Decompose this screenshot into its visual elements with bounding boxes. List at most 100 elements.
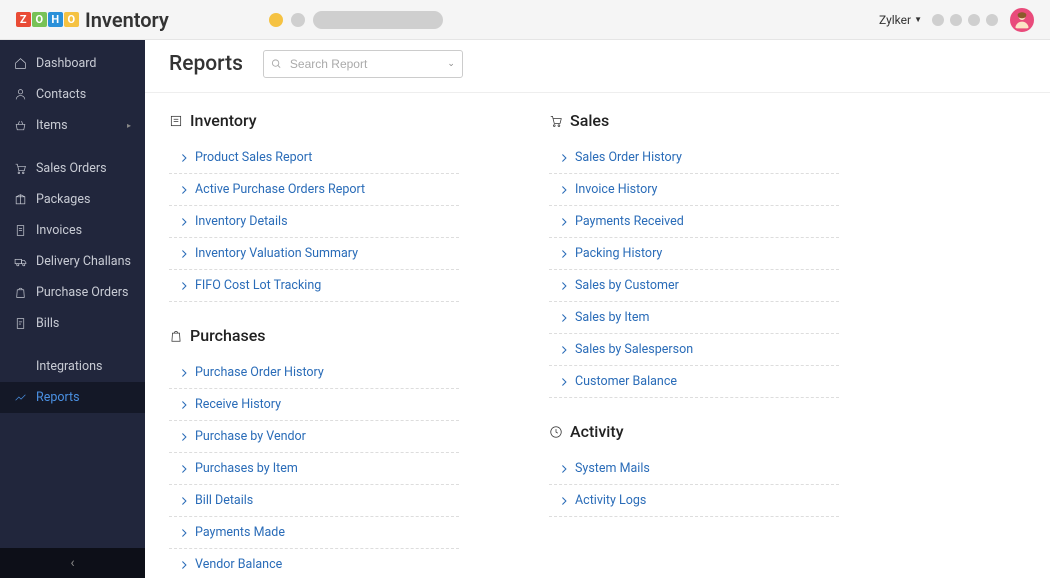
- report-column: Inventory Product Sales Report Active Purc…: [169, 111, 459, 578]
- user-icon: [14, 88, 27, 101]
- page-title: Reports: [169, 52, 243, 76]
- sidebar-item-contacts[interactable]: Contacts: [0, 79, 145, 110]
- report-item: Activity Logs: [549, 485, 839, 517]
- search-wrap: ⌄: [263, 50, 463, 78]
- report-link[interactable]: Vendor Balance: [195, 557, 282, 572]
- sidebar-item-label: Invoices: [36, 223, 82, 238]
- org-switcher[interactable]: Zylker ▼: [879, 13, 922, 27]
- chevron-right-icon: [561, 281, 568, 291]
- sidebar-item-reports[interactable]: Reports: [0, 382, 145, 413]
- report-item: Packing History: [549, 238, 839, 270]
- sidebar-item-items[interactable]: Items▸: [0, 110, 145, 141]
- chevron-left-icon: ‹: [70, 555, 74, 571]
- chevron-right-icon: [181, 432, 188, 442]
- report-item: Sales by Salesperson: [549, 334, 839, 366]
- report-link[interactable]: FIFO Cost Lot Tracking: [195, 278, 321, 293]
- chevron-right-icon: [181, 464, 188, 474]
- search-input[interactable]: [263, 50, 463, 78]
- report-link[interactable]: Sales by Salesperson: [575, 342, 693, 357]
- report-item: Sales by Item: [549, 302, 839, 334]
- sidebar-item-sales-orders[interactable]: Sales Orders: [0, 153, 145, 184]
- report-item: Product Sales Report: [169, 142, 459, 174]
- sidebar-item-label: Contacts: [36, 87, 86, 102]
- report-item: Active Purchase Orders Report: [169, 174, 459, 206]
- report-link[interactable]: Purchase Order History: [195, 365, 324, 380]
- sidebar-item-label: Sales Orders: [36, 161, 107, 176]
- chevron-right-icon: [181, 368, 188, 378]
- chevron-right-icon: [561, 153, 568, 163]
- report-link[interactable]: Customer Balance: [575, 374, 677, 389]
- sidebar-item-packages[interactable]: Packages: [0, 184, 145, 215]
- placeholder-dot-icon: [950, 14, 962, 26]
- sidebar-item-label: Reports: [36, 390, 80, 405]
- section-title: Sales: [570, 111, 609, 130]
- topbar: Z O H O Inventory Zylker ▼: [0, 0, 1050, 40]
- report-link[interactable]: Sales by Customer: [575, 278, 679, 293]
- report-item: Purchases by Item: [169, 453, 459, 485]
- sidebar-item-label: Integrations: [36, 359, 102, 374]
- chevron-down-icon[interactable]: ⌄: [447, 59, 455, 69]
- home-icon: [14, 57, 27, 70]
- report-item: Payments Made: [169, 517, 459, 549]
- report-item: Vendor Balance: [169, 549, 459, 578]
- report-link[interactable]: Invoice History: [575, 182, 657, 197]
- report-link[interactable]: Inventory Details: [195, 214, 288, 229]
- report-list: System Mails Activity Logs: [549, 453, 839, 517]
- report-link[interactable]: Purchases by Item: [195, 461, 298, 476]
- bag2-icon: [169, 329, 183, 343]
- main-content: Reports ⌄ Inventory Product Sales Report A…: [145, 40, 1050, 578]
- report-link[interactable]: Sales by Item: [575, 310, 650, 325]
- report-item: Purchase by Vendor: [169, 421, 459, 453]
- placeholder-dot-icon: [291, 13, 305, 27]
- section-header: Purchases: [169, 326, 459, 345]
- clock-icon: [549, 425, 563, 439]
- section-title: Inventory: [190, 111, 257, 130]
- placeholder-dot-icon: [986, 14, 998, 26]
- report-link[interactable]: Payments Received: [575, 214, 684, 229]
- report-link[interactable]: Bill Details: [195, 493, 253, 508]
- logo[interactable]: Z O H O Inventory: [16, 8, 169, 32]
- section-header: Activity: [549, 422, 839, 441]
- chevron-right-icon: [181, 153, 188, 163]
- report-link[interactable]: System Mails: [575, 461, 650, 476]
- chart-icon: [14, 391, 27, 404]
- report-link[interactable]: Purchase by Vendor: [195, 429, 306, 444]
- report-link[interactable]: Sales Order History: [575, 150, 682, 165]
- section-activity: Activity System Mails Activity Logs: [549, 422, 839, 517]
- chevron-right-icon: [181, 400, 188, 410]
- blank-icon: [14, 360, 27, 373]
- report-link[interactable]: Payments Made: [195, 525, 285, 540]
- chevron-right-icon: [561, 313, 568, 323]
- sidebar-item-dashboard[interactable]: Dashboard: [0, 48, 145, 79]
- chevron-right-icon: [561, 377, 568, 387]
- report-item: Inventory Valuation Summary: [169, 238, 459, 270]
- sidebar-item-invoices[interactable]: Invoices: [0, 215, 145, 246]
- box-list-icon: [169, 114, 183, 128]
- report-link[interactable]: Packing History: [575, 246, 662, 261]
- sidebar-item-purchase-orders[interactable]: Purchase Orders: [0, 277, 145, 308]
- sidebar-item-label: Delivery Challans: [36, 254, 131, 269]
- chevron-right-icon: [181, 496, 188, 506]
- report-list: Product Sales Report Active Purchase Orde…: [169, 142, 459, 302]
- report-link[interactable]: Inventory Valuation Summary: [195, 246, 358, 261]
- report-link[interactable]: Product Sales Report: [195, 150, 312, 165]
- report-link[interactable]: Activity Logs: [575, 493, 646, 508]
- chevron-right-icon: [181, 185, 188, 195]
- truck-icon: [14, 255, 27, 268]
- section-title: Purchases: [190, 326, 266, 345]
- sidebar-item-label: Items: [36, 118, 68, 133]
- sidebar: Dashboard Contacts Items▸ Sales Orders Packa…: [0, 40, 145, 578]
- sidebar-item-integrations[interactable]: Integrations: [0, 351, 145, 382]
- brand-product: Inventory: [85, 8, 169, 32]
- sidebar-collapse-button[interactable]: ‹: [0, 548, 145, 578]
- sidebar-item-delivery-challans[interactable]: Delivery Challans: [0, 246, 145, 277]
- chevron-right-icon: [561, 185, 568, 195]
- sidebar-item-bills[interactable]: Bills: [0, 308, 145, 339]
- avatar[interactable]: [1010, 8, 1034, 32]
- section-inventory: Inventory Product Sales Report Active Purc…: [169, 111, 459, 302]
- report-link[interactable]: Active Purchase Orders Report: [195, 182, 365, 197]
- report-link[interactable]: Receive History: [195, 397, 281, 412]
- topbar-right: Zylker ▼: [879, 8, 1034, 32]
- section-header: Sales: [549, 111, 839, 130]
- report-item: Sales Order History: [549, 142, 839, 174]
